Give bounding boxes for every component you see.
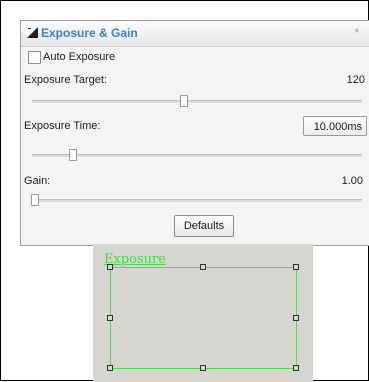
roi-handle-top-center[interactable] xyxy=(200,264,206,270)
exposure-time-label: Exposure Time: xyxy=(24,120,101,132)
exposure-time-track[interactable] xyxy=(32,154,362,157)
collapse-icon[interactable]: » xyxy=(353,28,363,34)
gain-slider[interactable] xyxy=(31,194,39,206)
exposure-target-value: 120 xyxy=(346,74,365,86)
gain-label: Gain: xyxy=(24,175,51,187)
panel-title: Exposure & Gain xyxy=(41,26,138,40)
gain-value: 1.00 xyxy=(341,175,363,187)
exposure-time-slider[interactable] xyxy=(69,149,77,161)
roi-handle-bottom-right[interactable] xyxy=(293,365,299,371)
camera-preview: Exposure xyxy=(93,244,313,382)
roi-handle-top-right[interactable] xyxy=(293,264,299,270)
exposure-gain-panel: Exposure & Gain » Auto Exposure Exposure… xyxy=(20,20,369,246)
exposure-roi[interactable] xyxy=(110,267,297,369)
auto-exposure-label[interactable]: Auto Exposure xyxy=(43,51,115,63)
window-frame: Exposure & Gain » Auto Exposure Exposure… xyxy=(0,0,369,382)
roi-handle-bottom-center[interactable] xyxy=(200,365,206,371)
exposure-time-input[interactable]: 10.000ms xyxy=(303,116,367,136)
exposure-target-slider[interactable] xyxy=(180,95,188,107)
gain-track[interactable] xyxy=(32,199,362,202)
defaults-button[interactable]: Defaults xyxy=(174,215,234,237)
panel-header[interactable]: Exposure & Gain » xyxy=(21,21,369,47)
roi-handle-bottom-left[interactable] xyxy=(107,365,113,371)
exposure-target-label: Exposure Target: xyxy=(24,74,107,86)
roi-handle-middle-left[interactable] xyxy=(107,315,113,321)
roi-handle-top-left[interactable] xyxy=(107,264,113,270)
exposure-target-track[interactable] xyxy=(32,100,362,103)
roi-handle-middle-right[interactable] xyxy=(293,315,299,321)
roi-label: Exposure xyxy=(104,252,166,267)
exposure-icon xyxy=(27,27,38,38)
auto-exposure-checkbox[interactable] xyxy=(28,51,41,64)
